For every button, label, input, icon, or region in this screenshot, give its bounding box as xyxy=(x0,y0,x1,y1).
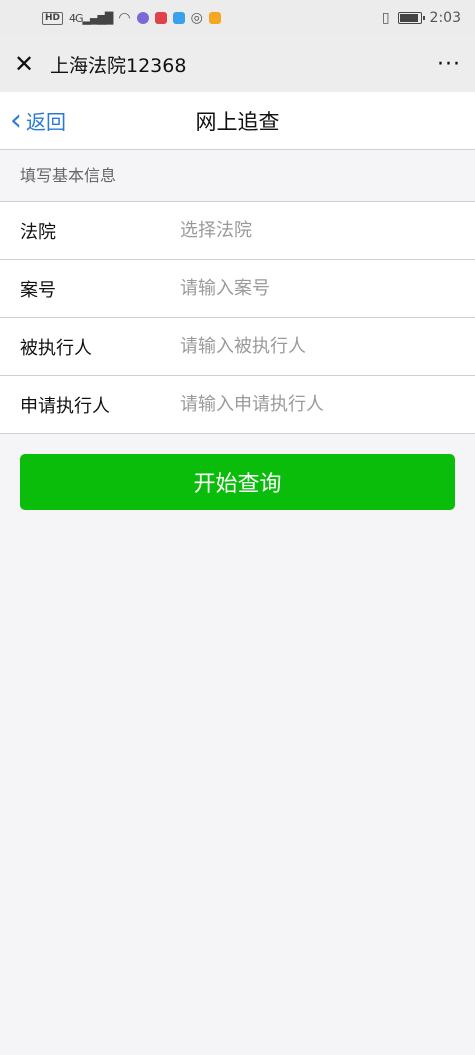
hd-badge: HD xyxy=(42,11,64,25)
submit-area: 开始查询 xyxy=(0,434,475,530)
court-row[interactable]: 法院 xyxy=(0,202,475,260)
page-title: 网上追查 xyxy=(195,109,280,134)
case-number-input[interactable] xyxy=(180,278,475,299)
section-header: 填写基本信息 xyxy=(0,150,475,202)
back-label: 返回 xyxy=(26,110,66,134)
case-number-label: 案号 xyxy=(20,279,56,301)
hotspot-icon: ◎ xyxy=(190,10,203,26)
vibrate-icon: ▯ xyxy=(381,10,390,26)
start-query-button[interactable]: 开始查询 xyxy=(20,454,455,510)
orange-app-icon xyxy=(208,12,221,24)
status-right: ▯ 2:03 xyxy=(382,10,461,26)
respondent-row[interactable]: 被执行人 xyxy=(0,318,475,376)
close-icon[interactable]: ✕ xyxy=(14,50,42,78)
status-bar: HD 4G▂▄▆█ ◠ ◎ ▯ 2:03 xyxy=(0,0,475,36)
status-left: HD 4G▂▄▆█ ◠ ◎ xyxy=(42,10,221,26)
search-form: 法院 案号 被执行人 申请执行人 xyxy=(0,202,475,434)
status-time: 2:03 xyxy=(429,10,461,26)
chevron-left-icon: ‹ xyxy=(10,102,22,138)
court-label: 法院 xyxy=(20,221,56,243)
wifi-icon: ◠ xyxy=(118,10,131,26)
case-number-row[interactable]: 案号 xyxy=(0,260,475,318)
nav-bar: ‹ 返回 网上追查 xyxy=(0,92,475,150)
signal-icon: 4G▂▄▆█ xyxy=(69,11,113,25)
applicant-row[interactable]: 申请执行人 xyxy=(0,376,475,434)
applicant-input[interactable] xyxy=(180,394,475,415)
red-app-icon xyxy=(154,12,167,24)
respondent-label: 被执行人 xyxy=(20,337,92,359)
applicant-label: 申请执行人 xyxy=(20,395,110,417)
back-button[interactable]: ‹ 返回 xyxy=(0,102,66,138)
battery-icon xyxy=(397,12,425,24)
bird-app-icon xyxy=(172,12,185,24)
music-app-icon xyxy=(136,12,149,24)
app-title: 上海法院12368 xyxy=(50,54,187,77)
court-select[interactable] xyxy=(180,220,475,241)
app-titlebar: ✕ 上海法院12368 ··· xyxy=(0,36,475,92)
network-type: 4G xyxy=(69,11,83,25)
more-icon[interactable]: ··· xyxy=(437,52,461,77)
respondent-input[interactable] xyxy=(180,336,475,357)
